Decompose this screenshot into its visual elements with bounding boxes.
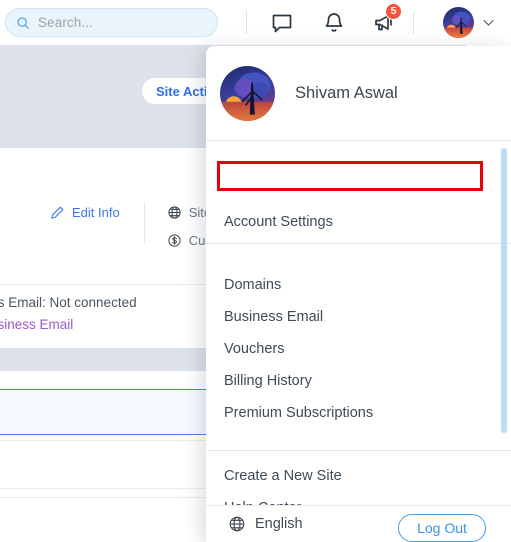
menu-item-premium-subscriptions[interactable]: Premium Subscriptions (224, 405, 373, 421)
top-navigation-bar: Search... 5 (0, 0, 511, 45)
globe-icon (168, 206, 181, 219)
notification-bell-icon[interactable] (322, 11, 346, 35)
dropdown-avatar (220, 65, 275, 121)
search-placeholder: Search... (38, 15, 93, 30)
notification-count-badge: 5 (385, 3, 402, 20)
chat-bubble-icon[interactable] (270, 11, 294, 35)
menu-item-vouchers[interactable]: Vouchers (224, 341, 284, 357)
globe-icon (229, 516, 245, 532)
pencil-icon (51, 206, 64, 219)
dropdown-caret (455, 46, 477, 47)
avatar-artwork (443, 7, 474, 38)
menu-item-create-a-new-site[interactable]: Create a New Site (224, 468, 342, 484)
dropdown-divider (206, 140, 511, 141)
dropdown-footer: English Log Out (206, 505, 511, 542)
dollar-coin-icon (168, 234, 181, 247)
menu-item-domains[interactable]: Domains (224, 277, 281, 293)
language-selector[interactable]: English (228, 515, 303, 533)
dropdown-divider (206, 243, 511, 244)
menu-item-account-settings[interactable]: Account Settings (224, 214, 333, 230)
site-actions-label: Site Acti (156, 83, 208, 99)
topbar-divider (413, 11, 414, 34)
log-out-label: Log Out (417, 520, 467, 536)
dropdown-user-name: Shivam Aswal (295, 83, 398, 102)
language-label: English (255, 516, 303, 532)
dropdown-scrollbar[interactable] (501, 148, 507, 433)
topbar-divider (246, 11, 247, 34)
dropdown-divider (206, 450, 511, 451)
menu-item-business-email[interactable]: Business Email (224, 309, 323, 325)
info-vertical-divider (143, 203, 145, 243)
avatar-artwork (220, 65, 275, 121)
edit-info-label: Edit Info (72, 205, 120, 220)
log-out-button[interactable]: Log Out (398, 514, 486, 542)
search-input[interactable]: Search... (5, 8, 218, 37)
menu-item-billing-history[interactable]: Billing History (224, 373, 312, 389)
account-dropdown-menu: Shivam Aswal Account Settings Domains Bu… (206, 46, 511, 542)
dropdown-user-header[interactable]: Shivam Aswal (206, 46, 511, 140)
chevron-down-icon[interactable] (481, 15, 496, 30)
screen-root: Site Acti Edit Info Site la (0, 0, 511, 542)
avatar[interactable] (443, 7, 474, 38)
edit-info-action[interactable]: Edit Info (50, 205, 120, 220)
search-icon (17, 16, 29, 29)
